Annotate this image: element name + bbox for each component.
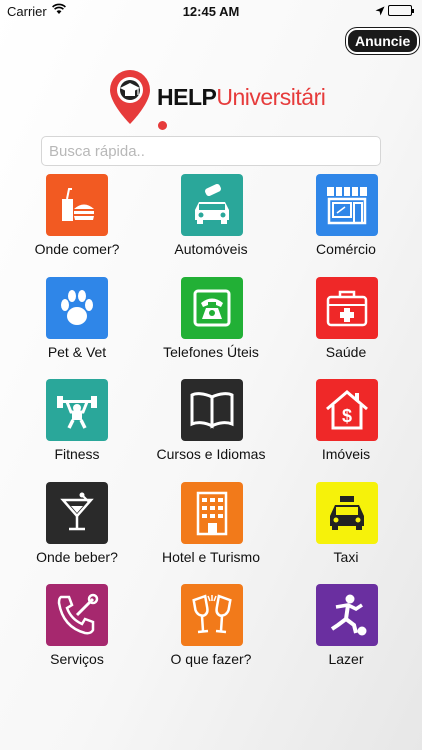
car-icon — [181, 174, 243, 236]
category-label: Fitness — [54, 446, 100, 462]
book-icon — [181, 379, 243, 441]
category-taxi[interactable]: Taxi — [276, 480, 416, 580]
soccer-player-icon — [316, 584, 378, 646]
clock: 12:45 AM — [182, 4, 240, 19]
telephone-icon — [181, 277, 243, 339]
category-weightlifter[interactable]: Fitness — [7, 377, 147, 477]
map-pin-search-icon — [107, 68, 153, 131]
category-label: Saúde — [325, 344, 367, 360]
category-first-aid-kit[interactable]: Saúde — [276, 275, 416, 375]
category-label: Comércio — [316, 241, 376, 257]
category-toast-glasses[interactable]: O que fazer? — [141, 582, 281, 682]
announce-button[interactable]: Anuncie — [346, 28, 420, 54]
category-storefront[interactable]: Comércio — [276, 172, 416, 272]
house-dollar-icon: $ — [316, 379, 378, 441]
storefront-icon — [316, 174, 378, 236]
cocktail-icon — [46, 482, 108, 544]
category-label: Imóveis — [321, 446, 371, 462]
category-phone-wrench[interactable]: Serviços — [7, 582, 147, 682]
category-book[interactable]: Cursos e Idiomas — [141, 377, 281, 477]
search-input[interactable] — [41, 136, 381, 166]
svg-text:$: $ — [342, 406, 352, 426]
location-arrow-icon — [375, 4, 385, 19]
category-label: Serviços — [50, 651, 104, 667]
category-telephone[interactable]: Telefones Úteis — [141, 275, 281, 375]
category-hotel-building[interactable]: Hotel e Turismo — [141, 480, 281, 580]
category-label: Lazer — [328, 651, 364, 667]
category-cocktail[interactable]: Onde beber? — [7, 480, 147, 580]
category-label: O que fazer? — [170, 651, 252, 667]
taxi-icon — [316, 482, 378, 544]
toast-glasses-icon — [181, 584, 243, 646]
weightlifter-icon — [46, 379, 108, 441]
category-label: Taxi — [333, 549, 359, 565]
category-label: Hotel e Turismo — [161, 549, 261, 565]
phone-wrench-icon — [46, 584, 108, 646]
category-soccer-player[interactable]: Lazer — [276, 582, 416, 682]
category-house-dollar[interactable]: $ Imóveis — [276, 377, 416, 477]
fast-food-icon — [46, 174, 108, 236]
paw-icon — [46, 277, 108, 339]
category-label: Pet & Vet — [47, 344, 107, 360]
category-label: Onde beber? — [36, 549, 118, 565]
app-logo: HELPUniversitári — [107, 68, 326, 131]
logo-wordmark: HELPUniversitári — [157, 84, 326, 138]
category-label: Telefones Úteis — [163, 344, 259, 360]
category-paw[interactable]: Pet & Vet — [7, 275, 147, 375]
first-aid-kit-icon — [316, 277, 378, 339]
category-label: Cursos e Idiomas — [156, 446, 266, 462]
status-bar: Carrier 12:45 AM — [0, 0, 422, 22]
hotel-building-icon — [181, 482, 243, 544]
category-car[interactable]: Automóveis — [141, 172, 281, 272]
category-label: Onde comer? — [34, 241, 120, 257]
category-label: Automóveis — [174, 241, 248, 257]
category-fast-food[interactable]: Onde comer? — [7, 172, 147, 272]
battery-icon — [388, 5, 414, 16]
